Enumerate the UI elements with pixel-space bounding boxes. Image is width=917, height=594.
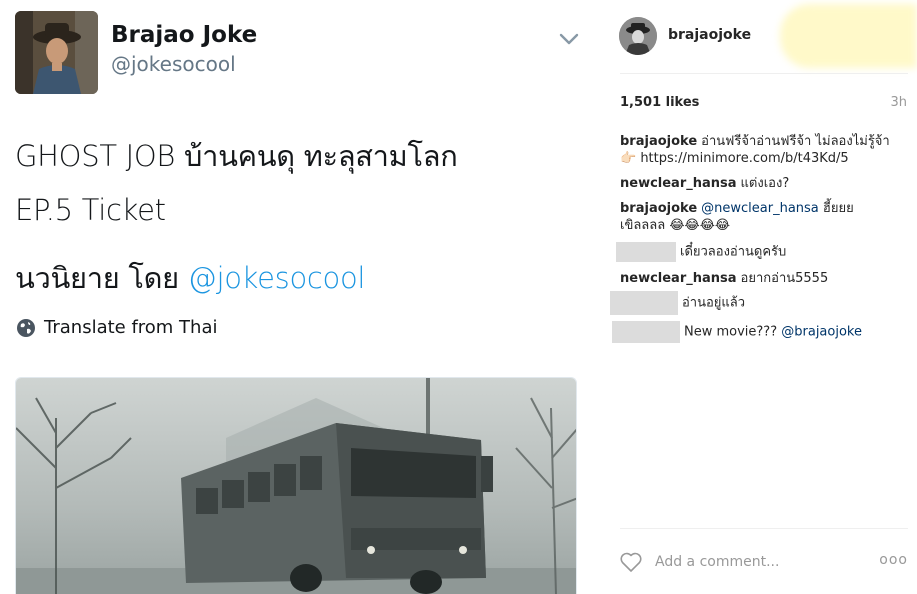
divider (620, 528, 908, 529)
tweet-text-line-3: นวนิยาย โดย @jokesocool (15, 255, 366, 301)
comment-user[interactable]: newclear_hansa (620, 271, 737, 286)
instagram-panel: brajaojoke 1,501 likes 3h brajaojoke อ่าน… (598, 0, 917, 594)
add-comment-input[interactable]: Add a comment... (655, 554, 779, 570)
comment-list: brajaojoke อ่านฟรีจ้าอ่านฟรีจ้า ไม่ลองไม่… (610, 133, 910, 351)
comment-text: อ่านอยู่แล้ว (682, 295, 746, 311)
comment-mention[interactable]: @newclear_hansa (701, 201, 819, 216)
chevron-down-icon[interactable] (558, 30, 580, 48)
translate-label: Translate from Thai (44, 317, 218, 338)
more-options-button[interactable]: ooo (879, 552, 908, 568)
comment-text: อ่านฟรีจ้าอ่านฟรีจ้า ไม่ลองไม่รู้จ้า (701, 134, 890, 149)
tweet-card: Brajao Joke @jokesocool GHOST JOB บ้านคน… (0, 0, 598, 594)
translate-link[interactable]: Translate from Thai (16, 317, 218, 338)
tweet-mention-link[interactable]: @jokesocool (188, 261, 366, 295)
comment-text: New movie??? (684, 324, 782, 340)
tweet-avatar[interactable] (15, 11, 98, 94)
globe-icon (17, 318, 35, 337)
redacted-username (612, 321, 680, 343)
redacted-area (780, 4, 917, 68)
comment-item: brajaojoke @newclear_hansa ฮี้ยยย เขิลลลล… (620, 200, 910, 234)
comment-user[interactable]: newclear_hansa (620, 176, 737, 191)
divider (620, 73, 908, 74)
tweet-text-line-1: GHOST JOB บ้านคนดุ ทะลุสามโลก (15, 139, 458, 173)
heart-icon[interactable] (619, 551, 643, 573)
comment-item: New movie??? @brajaojoke (612, 321, 910, 343)
ig-username[interactable]: brajaojoke (668, 27, 751, 43)
ig-avatar[interactable] (619, 17, 657, 55)
comment-link[interactable]: 👉🏻 https://minimore.com/b/t43Kd/5 (620, 151, 849, 166)
tweet-text-segment: นวนิยาย โดย (15, 261, 188, 295)
post-time: 3h (890, 95, 907, 110)
comment-text: เดี๋ยวลองอ่านดูครับ (680, 244, 787, 260)
comment-item: เดี๋ยวลองอ่านดูครับ (616, 242, 910, 262)
comment-mention[interactable]: @brajaojoke (781, 325, 862, 340)
comment-user[interactable]: brajaojoke (620, 201, 697, 216)
tweet-media-image[interactable] (15, 377, 577, 594)
comment-text: ฮี้ยยย (818, 201, 854, 216)
comment-item: brajaojoke อ่านฟรีจ้าอ่านฟรีจ้า ไม่ลองไม่… (620, 133, 910, 167)
comment-item: newclear_hansa แต่งเอง? (620, 175, 910, 192)
comment-text: อยากอ่าน5555 (740, 271, 829, 286)
comment-item: อ่านอยู่แล้ว (610, 291, 910, 315)
tweet-display-name[interactable]: Brajao Joke (111, 22, 257, 48)
tweet-handle[interactable]: @jokesocool (111, 52, 236, 76)
comment-text: แต่งเอง? (740, 176, 790, 191)
redacted-username (616, 242, 676, 262)
likes-count[interactable]: 1,501 likes (620, 95, 699, 110)
comment-user[interactable]: brajaojoke (620, 134, 697, 149)
comment-item: newclear_hansa อยากอ่าน5555 (620, 270, 910, 287)
redacted-username (610, 291, 678, 315)
tweet-text-line-2: EP.5 Ticket (15, 193, 166, 227)
comment-text-line-2: เขิลลลล 😂😂😂😂 (620, 218, 731, 233)
